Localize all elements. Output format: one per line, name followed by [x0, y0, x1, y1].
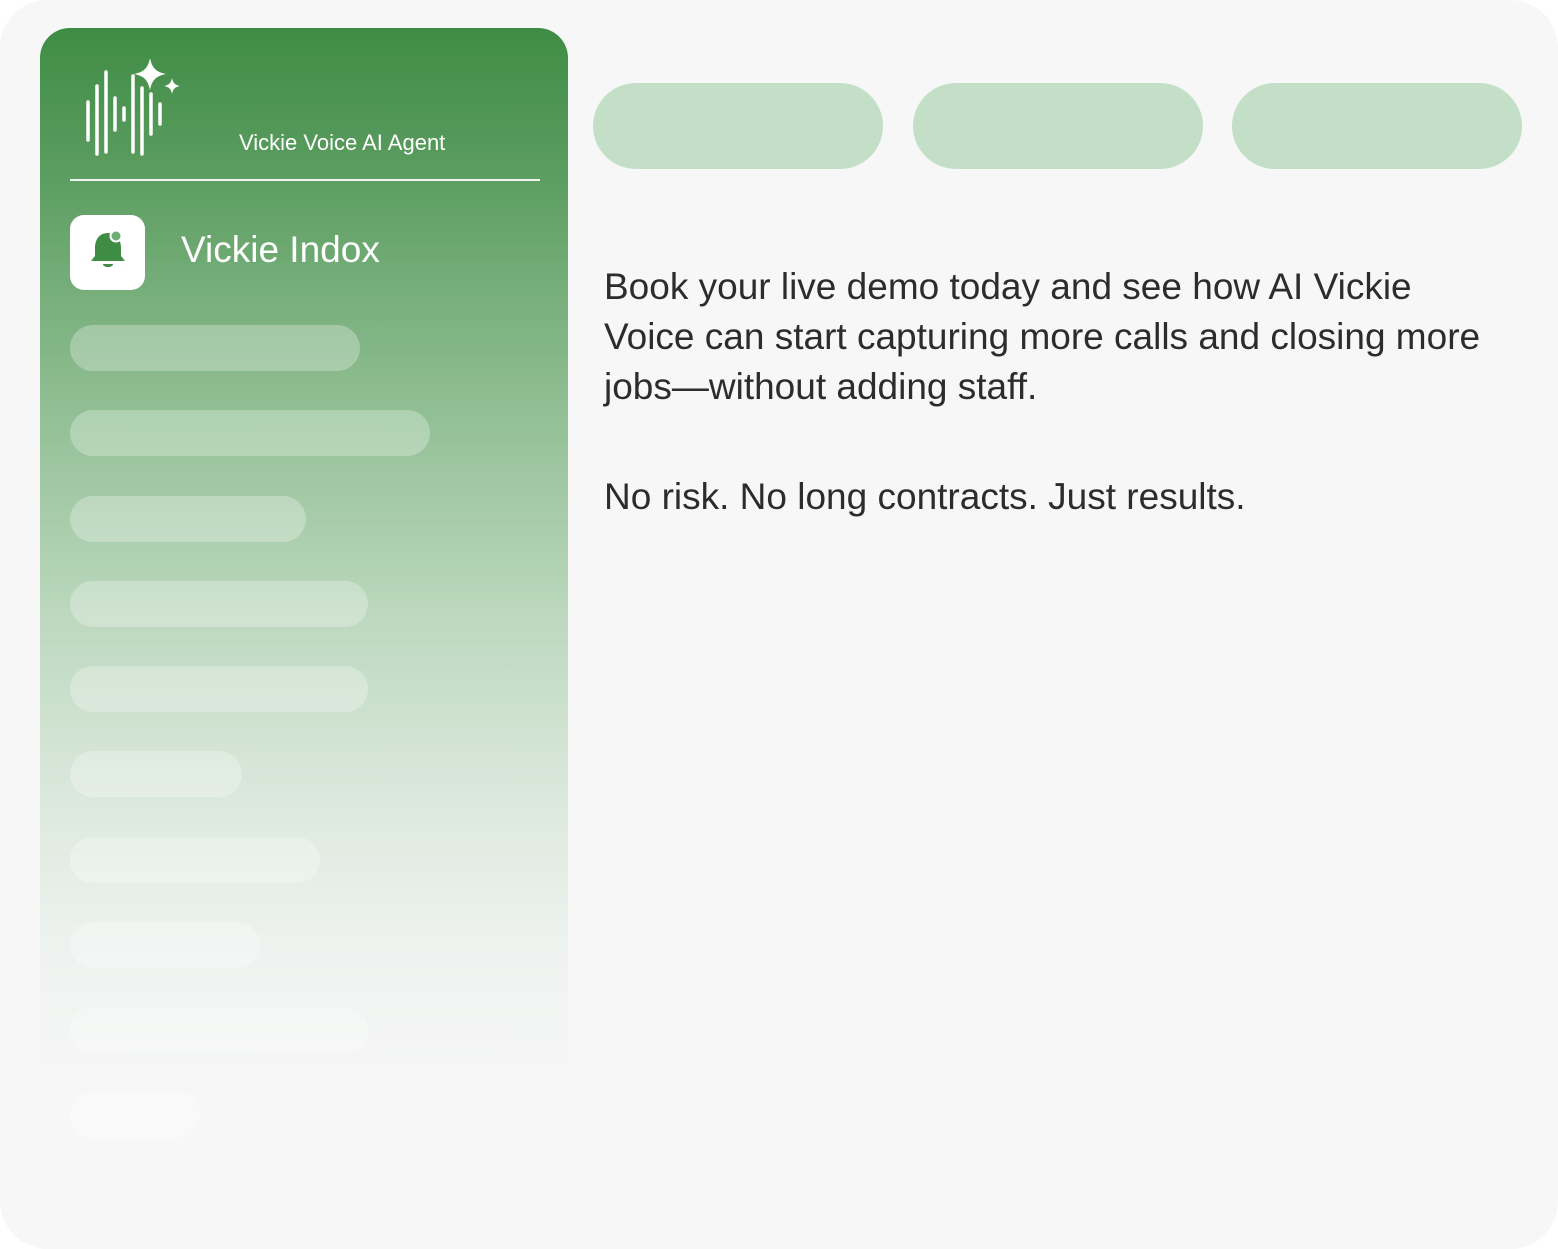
tab-placeholder-1[interactable]	[593, 83, 883, 169]
nav-placeholder	[70, 325, 360, 371]
nav-placeholder	[70, 1007, 368, 1053]
sidebar: Vickie Voice AI Agent Vickie Indox	[40, 28, 568, 1249]
sidebar-divider	[70, 179, 540, 181]
tab-placeholder-2[interactable]	[913, 83, 1203, 169]
nav-placeholder	[70, 751, 242, 797]
brand-header: Vickie Voice AI Agent	[84, 58, 544, 158]
voice-waveform-sparkle-icon	[86, 58, 180, 156]
sidebar-item-inbox[interactable]: Vickie Indox	[70, 215, 530, 290]
tab-placeholder-3[interactable]	[1232, 83, 1522, 169]
nav-placeholder	[70, 837, 320, 883]
app-window: Vickie Voice AI Agent Vickie Indox Book …	[0, 0, 1558, 1249]
nav-placeholder	[70, 410, 430, 456]
brand-name: Vickie Voice AI Agent	[239, 130, 446, 155]
tagline: No risk. No long contracts. Just results…	[604, 476, 1246, 517]
main-content: Book your live demo today and see how AI…	[604, 262, 1504, 522]
nav-placeholder	[70, 496, 306, 542]
inbox-icon-tile	[70, 215, 145, 290]
bell-icon	[91, 230, 125, 267]
demo-description: Book your live demo today and see how AI…	[604, 266, 1481, 407]
nav-placeholder	[70, 1092, 200, 1138]
nav-placeholder	[70, 666, 368, 712]
nav-placeholder	[70, 922, 260, 968]
sidebar-item-label: Vickie Indox	[181, 229, 380, 270]
nav-placeholder	[70, 581, 368, 627]
